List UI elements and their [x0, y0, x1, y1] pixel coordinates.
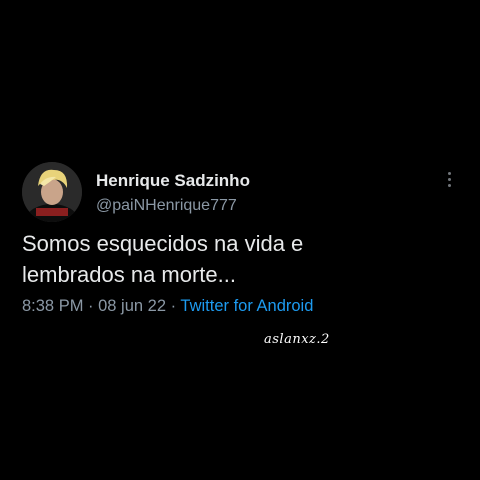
tweet-meta: 8:38 PM · 08 jun 22 · Twitter for Androi… — [22, 297, 313, 316]
meta-separator: · — [166, 297, 181, 315]
avatar-image — [22, 162, 82, 222]
meta-separator: · — [83, 297, 99, 315]
more-vertical-icon[interactable] — [444, 172, 454, 190]
tweet-date[interactable]: 08 jun 22 — [98, 297, 166, 315]
tweet-source-link[interactable]: Twitter for Android — [180, 297, 313, 315]
tweet-time[interactable]: 8:38 PM — [22, 297, 83, 315]
tweet-text: Somos esquecidos na vida e lembrados na … — [22, 231, 304, 287]
author-display-name[interactable]: Henrique Sadzinho — [96, 171, 250, 191]
author-avatar[interactable] — [22, 162, 82, 222]
watermark-text: aslanxz.2 — [264, 332, 330, 347]
author-handle[interactable]: @paiNHenrique777 — [96, 197, 237, 215]
